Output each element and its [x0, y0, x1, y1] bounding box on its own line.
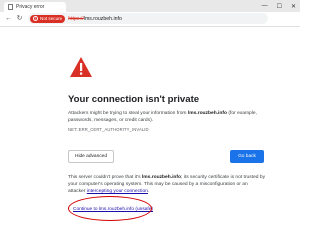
intercepting-link[interactable]: intercepting your connection	[87, 189, 148, 194]
url-scheme: https://	[68, 15, 84, 22]
reload-icon[interactable]: ↻	[15, 14, 24, 23]
not-secure-label: Not secure	[40, 16, 63, 21]
warning-triangle-icon	[70, 57, 92, 77]
close-icon[interactable]: ✕	[291, 3, 296, 10]
advanced-prefix: This server couldn't prove that it's	[68, 175, 142, 180]
maximize-icon[interactable]: ☐	[277, 3, 282, 10]
page-icon	[8, 4, 13, 10]
description-prefix: Attackers might be trying to steal your …	[68, 111, 188, 116]
error-description: Attackers might be trying to steal your …	[68, 110, 264, 124]
back-arrow-icon[interactable]: ←	[4, 14, 13, 23]
window-controls: — ☐ ✕	[262, 0, 296, 12]
go-back-button[interactable]: Go back	[230, 150, 264, 163]
hide-advanced-button[interactable]: Hide advanced	[68, 150, 114, 163]
advanced-host: lms.rouzbeh.info	[141, 175, 182, 180]
url-host: lms.rouzbeh.info	[83, 15, 122, 22]
highlight-ellipse-annotation	[68, 196, 152, 221]
browser-toolbar: ← ↻ ! Not secure https://lms.rouzbeh.inf…	[0, 12, 300, 27]
not-secure-badge[interactable]: ! Not secure	[30, 14, 66, 23]
minimize-icon[interactable]: —	[262, 3, 268, 9]
error-code[interactable]: NET::ERR_CERT_AUTHORITY_INVALID	[68, 127, 149, 132]
advanced-end: .	[147, 189, 150, 194]
warning-icon: !	[33, 16, 38, 21]
url-text[interactable]: https://lms.rouzbeh.info	[68, 16, 122, 22]
description-host: lms.rouzbeh.info	[187, 111, 228, 116]
tab-privacy-error[interactable]: Privacy error	[4, 2, 66, 12]
page-title: Your connection isn't private	[68, 94, 200, 105]
tab-title: Privacy error	[16, 4, 45, 10]
advanced-details: This server couldn't prove that it's lms…	[68, 174, 266, 195]
address-bar[interactable]: ! Not secure https://lms.rouzbeh.info	[28, 13, 268, 24]
